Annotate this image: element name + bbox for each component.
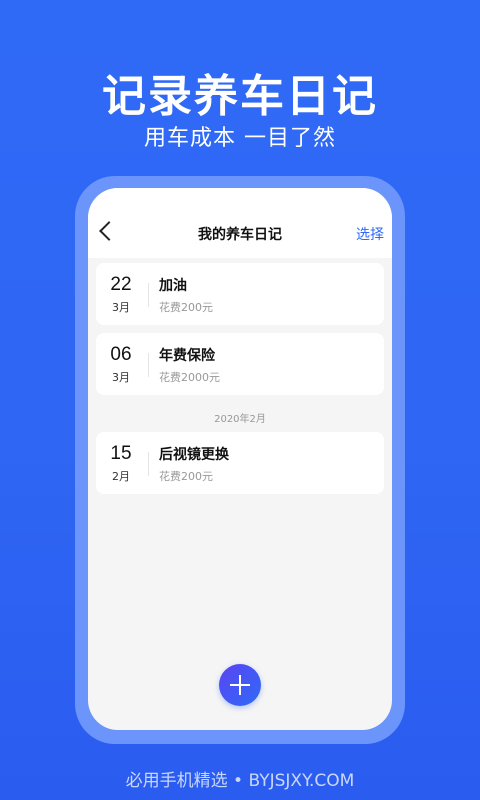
entry-divider bbox=[148, 452, 149, 476]
diary-entry-card[interactable]: 22 3月 加油 花费200元 bbox=[96, 263, 384, 325]
entry-divider bbox=[148, 353, 149, 377]
entry-month: 3月 bbox=[112, 371, 130, 384]
entry-divider bbox=[148, 283, 149, 307]
entry-day: 15 bbox=[110, 443, 132, 464]
entry-day: 06 bbox=[110, 344, 132, 365]
promo-headline: 记录养车日记 bbox=[102, 71, 378, 122]
entry-cost: 花费200元 bbox=[159, 301, 213, 314]
promo-subline: 用车成本 一目了然 bbox=[144, 126, 336, 151]
app-screen: 我的养车日记 选择 22 3月 加油 花费200元 06 3月 年费保险 花费2… bbox=[88, 188, 392, 730]
entry-title: 后视镜更换 bbox=[159, 447, 229, 463]
entry-month: 3月 bbox=[112, 301, 130, 314]
nav-bar: 我的养车日记 选择 bbox=[88, 188, 392, 258]
diary-entry-card[interactable]: 06 3月 年费保险 花费2000元 bbox=[96, 333, 384, 395]
page-title: 我的养车日记 bbox=[198, 227, 282, 243]
diary-entry-card[interactable]: 15 2月 后视镜更换 花费200元 bbox=[96, 432, 384, 494]
entry-title: 加油 bbox=[159, 278, 187, 294]
month-section-label: 2020年2月 bbox=[214, 414, 266, 425]
entry-month: 2月 bbox=[112, 470, 130, 483]
entry-day: 22 bbox=[110, 274, 132, 295]
entry-cost: 花费200元 bbox=[159, 470, 213, 483]
plus-icon-vertical bbox=[239, 675, 241, 695]
entry-cost: 花费2000元 bbox=[159, 371, 220, 384]
entry-title: 年费保险 bbox=[159, 348, 215, 364]
select-button[interactable]: 选择 bbox=[356, 224, 384, 244]
add-entry-button[interactable] bbox=[219, 664, 261, 706]
watermark-text: 必用手机精选 • BYJSJXY.COM bbox=[125, 771, 355, 791]
